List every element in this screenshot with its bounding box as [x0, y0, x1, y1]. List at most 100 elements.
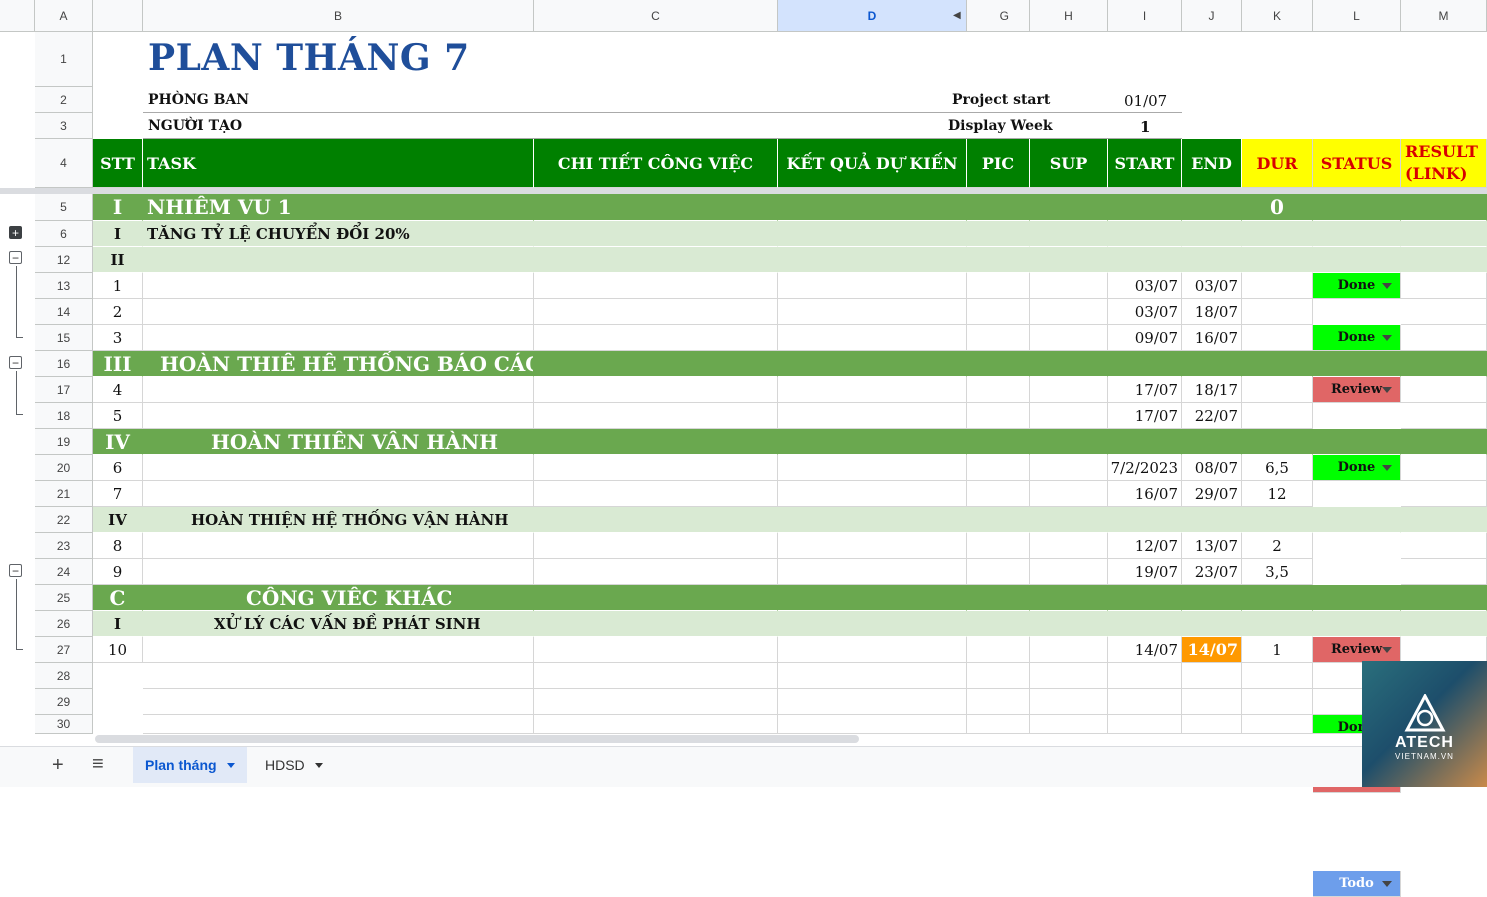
cell-status[interactable]: Done [1313, 455, 1401, 481]
cell-task[interactable] [143, 533, 534, 559]
empty-cell[interactable] [778, 663, 967, 689]
cell-result[interactable] [1401, 299, 1487, 325]
cell-task[interactable]: HOÀN THIÊ HÊ THỐNG BÁO CÁO [143, 351, 534, 377]
cell-start[interactable] [1108, 429, 1182, 455]
cell-pic[interactable] [967, 455, 1030, 481]
cell-pic[interactable] [967, 507, 1030, 533]
cell-result[interactable] [1401, 481, 1487, 507]
cell-stt[interactable]: 8 [93, 533, 143, 559]
cell-end[interactable]: 14/07 [1182, 637, 1242, 663]
cell-detail[interactable] [534, 533, 778, 559]
cell-dur[interactable] [1242, 585, 1313, 611]
cell-dur[interactable] [1242, 247, 1313, 273]
cell-dur[interactable] [1242, 611, 1313, 637]
empty-cell[interactable] [1030, 663, 1108, 689]
empty-cell[interactable] [967, 663, 1030, 689]
cell-task[interactable] [143, 377, 534, 403]
cell-stt[interactable]: 3 [93, 325, 143, 351]
cell-expected[interactable] [778, 637, 967, 663]
row-header[interactable]: 27 [35, 637, 93, 663]
empty-cell[interactable] [1030, 715, 1108, 734]
cell-status[interactable] [1313, 429, 1401, 455]
cell-expected[interactable] [778, 351, 967, 377]
cell-end[interactable]: 23/07 [1182, 559, 1242, 585]
cell-task[interactable] [143, 325, 534, 351]
cell-end[interactable]: 18/07 [1182, 299, 1242, 325]
cell-pic[interactable] [967, 481, 1030, 507]
column-header-h[interactable]: H [1030, 0, 1108, 32]
add-sheet-icon[interactable]: + [52, 754, 64, 777]
cell-result[interactable] [1401, 611, 1487, 637]
row-header[interactable]: 6 [35, 221, 93, 247]
cell-detail[interactable] [534, 507, 778, 533]
cell-detail[interactable] [534, 377, 778, 403]
cell-start[interactable]: 16/07 [1108, 481, 1182, 507]
cell-sup[interactable] [1030, 429, 1108, 455]
row-header[interactable]: 4 [35, 139, 93, 188]
column-header-a[interactable]: A [35, 0, 93, 32]
cell-expected[interactable] [778, 247, 967, 273]
empty-cell[interactable] [1242, 663, 1313, 689]
cell-dur[interactable] [1242, 351, 1313, 377]
cell-sup[interactable] [1030, 403, 1108, 429]
row-header[interactable]: 19 [35, 429, 93, 455]
cell-pic[interactable] [967, 221, 1030, 247]
cell-detail[interactable] [534, 481, 778, 507]
select-all-corner[interactable] [0, 0, 35, 32]
cell-end[interactable]: 16/07 [1182, 325, 1242, 351]
cell-result[interactable] [1401, 507, 1487, 533]
cell-stt[interactable]: I [93, 194, 143, 221]
column-header-i[interactable]: I [1108, 0, 1182, 32]
cell-detail[interactable] [534, 194, 778, 221]
cell-pic[interactable] [967, 559, 1030, 585]
cell-sup[interactable] [1030, 611, 1108, 637]
cell-sup[interactable] [1030, 559, 1108, 585]
cell-dur[interactable] [1242, 403, 1313, 429]
column-header-c[interactable]: C [534, 0, 778, 32]
cell-result[interactable] [1401, 533, 1487, 559]
collapse-group-icon[interactable]: − [9, 251, 22, 264]
cell-end[interactable] [1182, 507, 1242, 533]
cell-dur[interactable] [1242, 299, 1313, 325]
cell-dur[interactable] [1242, 429, 1313, 455]
cell-pic[interactable] [967, 403, 1030, 429]
dropdown-arrow-icon[interactable] [1382, 386, 1392, 393]
row-header[interactable]: 30 [35, 715, 93, 734]
row-header[interactable]: 17 [35, 377, 93, 403]
cell-stt[interactable]: II [93, 247, 143, 273]
cell-stt[interactable]: IV [93, 429, 143, 455]
cell-sup[interactable] [1030, 481, 1108, 507]
cell-expected[interactable] [778, 611, 967, 637]
cell-start[interactable]: 19/07 [1108, 559, 1182, 585]
cell-stt[interactable]: 7 [93, 481, 143, 507]
column-header-b[interactable]: B [143, 0, 534, 32]
row-header[interactable]: 1 [35, 32, 93, 87]
dropdown-arrow-icon[interactable] [1382, 880, 1392, 887]
cell-end[interactable]: 08/07 [1182, 455, 1242, 481]
cell-expected[interactable] [778, 455, 967, 481]
cell-pic[interactable] [967, 637, 1030, 663]
tab-hdsd[interactable]: HDSD [253, 747, 335, 783]
row-header[interactable]: 26 [35, 611, 93, 637]
cell-detail[interactable] [534, 247, 778, 273]
row-header[interactable]: 22 [35, 507, 93, 533]
cell-dur[interactable]: 6,5 [1242, 455, 1313, 481]
cell-stt[interactable]: 6 [93, 455, 143, 481]
cell-end[interactable]: 03/07 [1182, 273, 1242, 299]
cell-stt[interactable]: III [93, 351, 143, 377]
cell-start[interactable] [1108, 611, 1182, 637]
cell-task[interactable]: HOÀN THIỆN HỆ THỐNG VẬN HÀNH [143, 507, 534, 533]
cell-task[interactable]: XỬ LÝ CÁC VẤN ĐỀ PHÁT SINH [143, 611, 534, 637]
cell-expected[interactable] [778, 481, 967, 507]
cell-start[interactable] [1108, 221, 1182, 247]
cell-result[interactable] [1401, 559, 1487, 585]
cell-stt[interactable]: 10 [93, 637, 143, 663]
cell-sup[interactable] [1030, 533, 1108, 559]
cell-dur[interactable]: 0 [1242, 194, 1313, 221]
collapse-group-icon[interactable]: − [9, 564, 22, 577]
row-header[interactable]: 14 [35, 299, 93, 325]
cell-status[interactable] [1313, 351, 1401, 377]
row-header[interactable]: 28 [35, 663, 93, 689]
cell-dur[interactable] [1242, 273, 1313, 299]
cell-expected[interactable] [778, 559, 967, 585]
